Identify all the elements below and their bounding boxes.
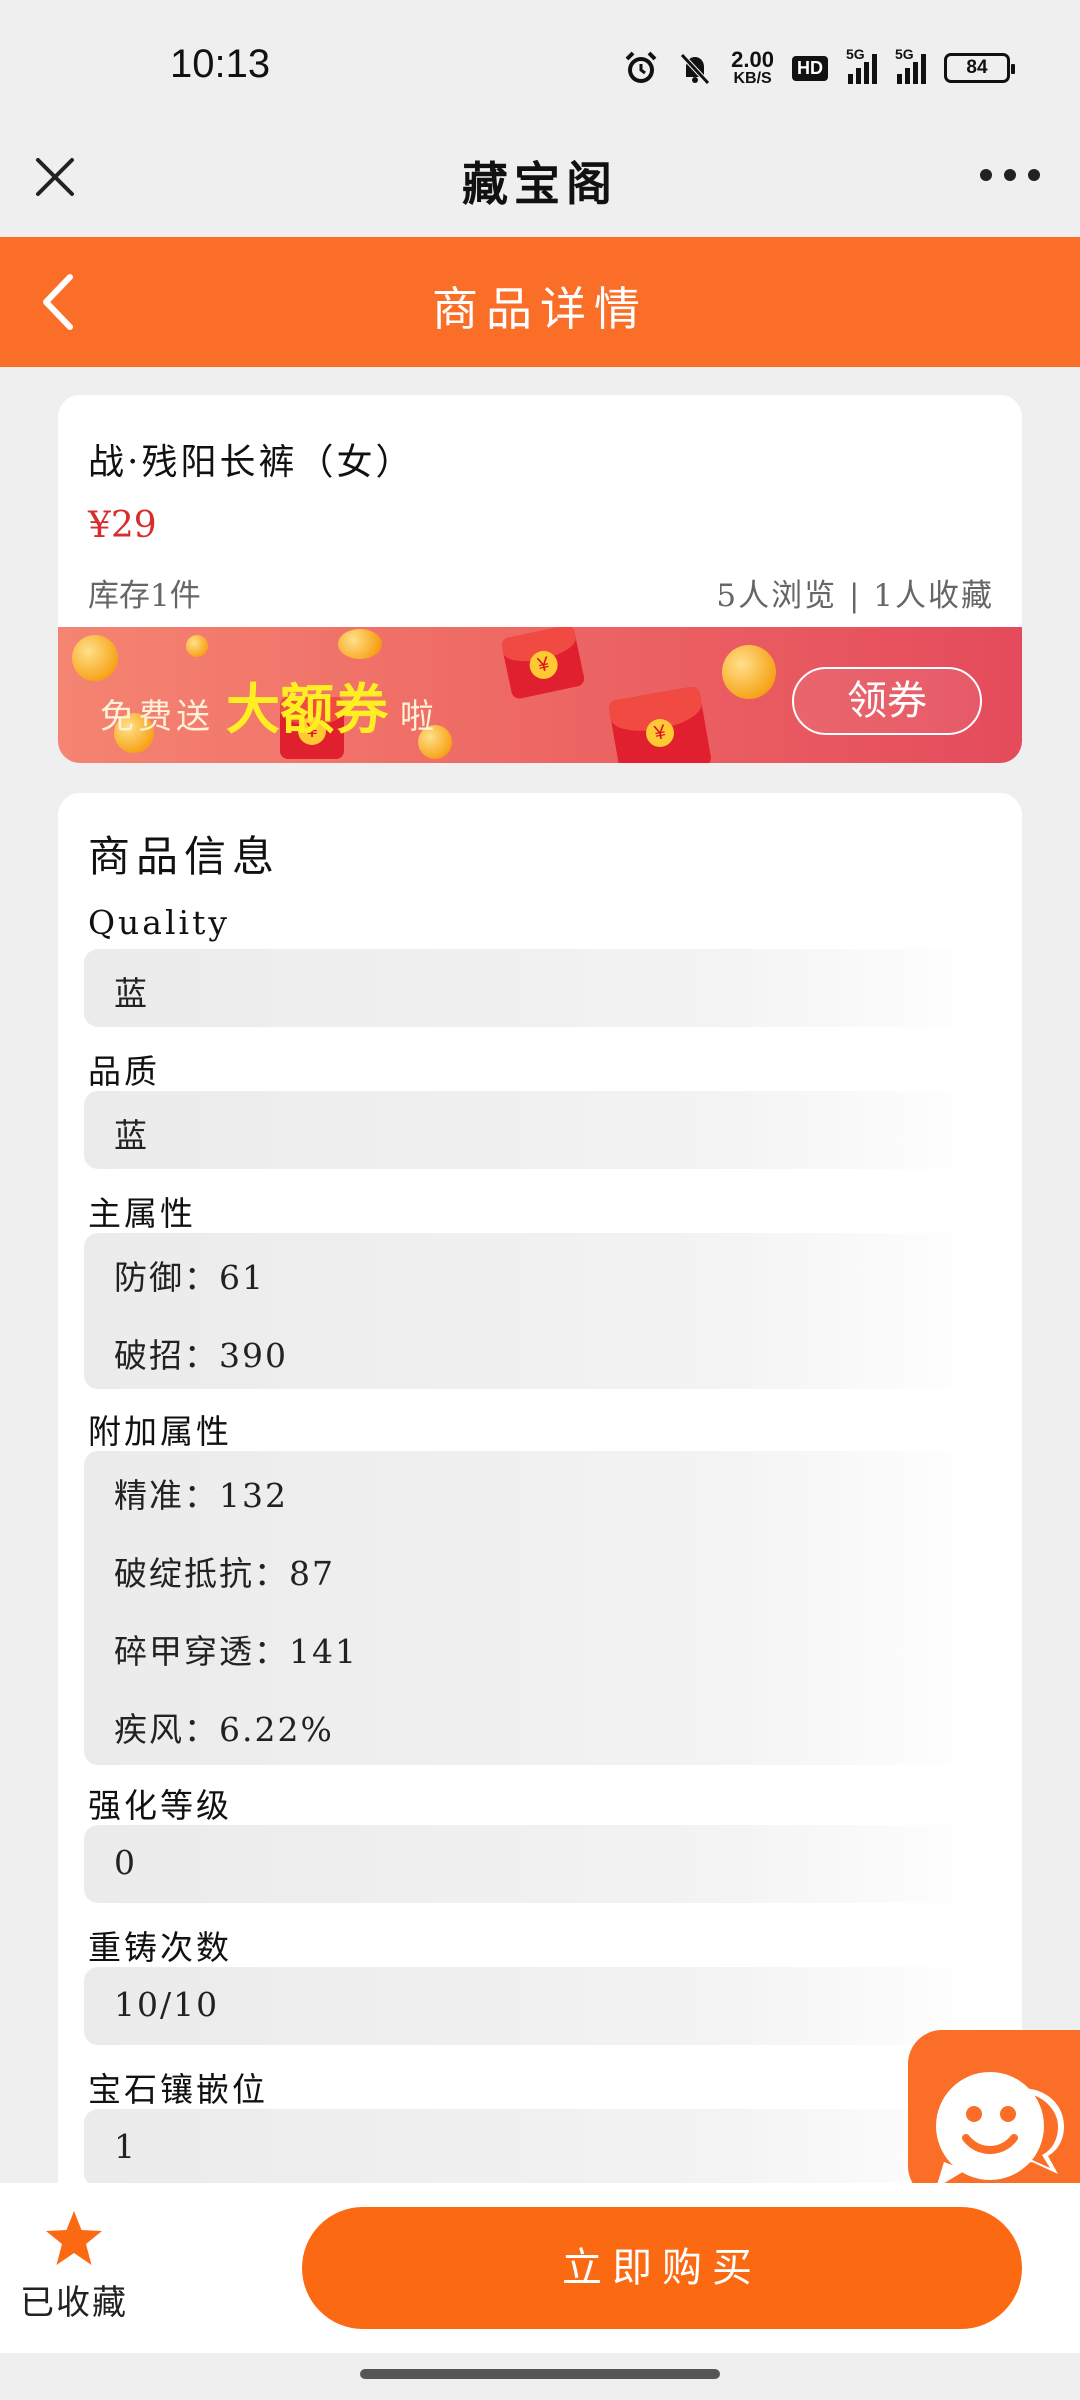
more-icon[interactable] bbox=[980, 160, 1040, 190]
status-time: 10:13 bbox=[170, 42, 271, 86]
field-label-enhance-level: 强化等级 bbox=[88, 1786, 232, 1825]
field-box-extra-attr: 精准：132 破绽抵抗：87 碎甲穿透：141 疾风：6.22% bbox=[84, 1451, 984, 1765]
bottom-bar: 已收藏 立即购买 bbox=[0, 2183, 1080, 2353]
favorite-label: 已收藏 bbox=[20, 2283, 128, 2323]
field-label-main-attr: 主属性 bbox=[88, 1194, 196, 1233]
field-value: 10/10 bbox=[114, 1985, 220, 2024]
net-speed-unit: KB/S bbox=[733, 70, 772, 87]
chat-icon bbox=[936, 2072, 1064, 2188]
page-header: 商品详情 bbox=[0, 237, 1080, 367]
field-value: 精准：132 bbox=[114, 1476, 288, 1515]
field-label-quality: Quality bbox=[88, 903, 230, 942]
field-value: 防御：61 bbox=[114, 1258, 265, 1297]
field-value: 蓝 bbox=[114, 1116, 149, 1155]
red-envelope-icon bbox=[500, 627, 586, 701]
signal-label-2: 5G bbox=[895, 46, 914, 62]
alarm-icon bbox=[625, 51, 657, 83]
mute-bell-icon bbox=[680, 53, 711, 85]
info-title: 商品信息 bbox=[88, 832, 281, 881]
product-info-card: 商品信息 Quality 蓝 品质 蓝 主属性 防御：61 破招：390 附加属… bbox=[58, 793, 1022, 2193]
coupon-text: 免费送 大额券 啦 bbox=[100, 665, 438, 744]
field-label-reforge-count: 重铸次数 bbox=[88, 1928, 232, 1967]
mini-program-title: 藏宝阁 bbox=[462, 157, 618, 211]
field-value: 碎甲穿透：141 bbox=[114, 1632, 358, 1671]
field-value: 破绽抵抗：87 bbox=[114, 1554, 335, 1593]
coin-decoration bbox=[722, 645, 776, 699]
net-speed: 2.00 KB/S bbox=[731, 49, 774, 87]
field-label-gem-slots: 宝石镶嵌位 bbox=[88, 2070, 268, 2109]
coin-decoration bbox=[186, 635, 208, 657]
product-stats: 5人浏览 | 1人收藏 bbox=[716, 578, 994, 614]
customer-service-button[interactable] bbox=[908, 2030, 1080, 2200]
signal-label-1: 5G bbox=[846, 46, 865, 62]
field-value: 破招：390 bbox=[114, 1336, 288, 1375]
net-speed-value: 2.00 bbox=[731, 47, 774, 72]
signal-icon-1: 5G bbox=[846, 46, 877, 84]
coupon-highlight: 大额券 bbox=[226, 680, 388, 740]
product-price: ¥29 bbox=[88, 505, 157, 546]
star-icon bbox=[46, 2211, 102, 2265]
status-bar: 10:13 2.00 KB/S HD 5G 5G 84 bbox=[0, 0, 1080, 130]
coupon-banner[interactable]: 免费送 大额券 啦 领券 bbox=[58, 627, 1022, 763]
mini-program-header: 藏宝阁 bbox=[0, 130, 1080, 237]
product-card: 战·残阳长裤（女） ¥29 库存1件 5人浏览 | 1人收藏 免费送 大额券 啦… bbox=[58, 395, 1022, 763]
field-box-main-attr: 防御：61 破招：390 bbox=[84, 1233, 984, 1389]
signal-icon-2: 5G bbox=[895, 46, 926, 84]
field-box-quality: 蓝 bbox=[84, 949, 984, 1027]
favorite-button[interactable]: 已收藏 bbox=[14, 2209, 134, 2324]
product-name: 战·残阳长裤（女） bbox=[88, 442, 415, 483]
field-value: 0 bbox=[114, 1843, 137, 1882]
claim-coupon-button[interactable]: 领券 bbox=[792, 667, 982, 735]
home-indicator[interactable] bbox=[360, 2369, 720, 2379]
field-label-extra-attr: 附加属性 bbox=[88, 1412, 232, 1451]
field-box-gem-slots: 1 bbox=[84, 2109, 984, 2187]
field-label-grade: 品质 bbox=[88, 1052, 160, 1091]
field-value: 疾风：6.22% bbox=[114, 1710, 334, 1749]
red-envelope-icon bbox=[607, 685, 713, 763]
product-stock: 库存1件 bbox=[88, 578, 201, 614]
coin-decoration bbox=[338, 629, 382, 659]
field-box-grade: 蓝 bbox=[84, 1091, 984, 1169]
coupon-pre-text: 免费送 bbox=[100, 697, 214, 737]
field-value: 1 bbox=[114, 2127, 137, 2166]
hd-voice-icon: HD bbox=[792, 55, 828, 81]
page-title: 商品详情 bbox=[432, 282, 648, 336]
field-box-enhance-level: 0 bbox=[84, 1825, 984, 1903]
field-box-reforge-count: 10/10 bbox=[84, 1967, 984, 2045]
battery-level: 84 bbox=[966, 57, 988, 78]
status-icons: 2.00 KB/S HD 5G 5G 84 bbox=[623, 46, 1015, 90]
battery-icon: 84 bbox=[944, 53, 1015, 83]
coupon-post-text: 啦 bbox=[400, 697, 438, 737]
buy-now-button[interactable]: 立即购买 bbox=[302, 2207, 1022, 2329]
field-value: 蓝 bbox=[114, 974, 149, 1013]
system-nav-area bbox=[0, 2353, 1080, 2400]
